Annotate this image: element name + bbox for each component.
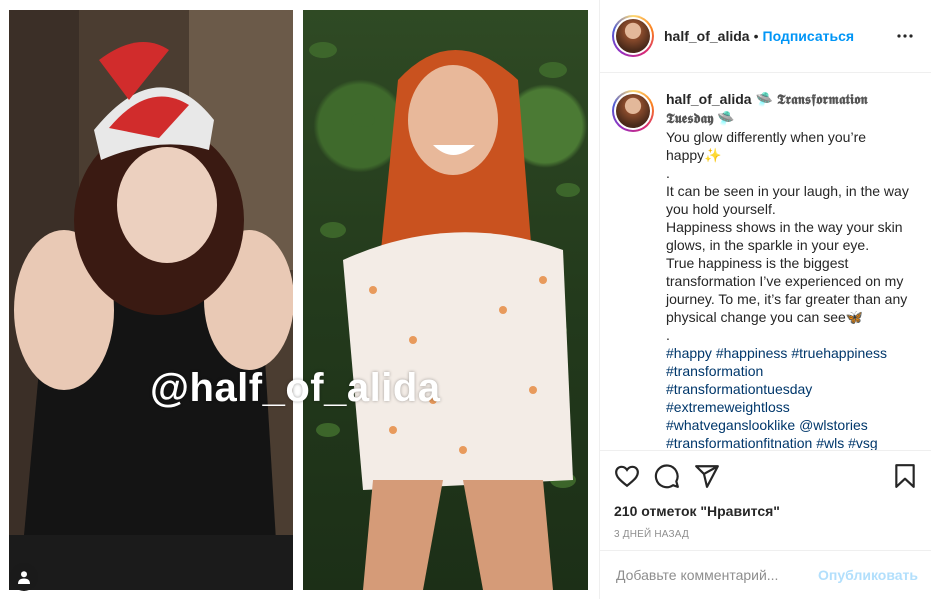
caption-line: It can be seen in your laugh, in the way… <box>666 183 909 217</box>
tagged-users-button[interactable] <box>10 563 38 591</box>
avatar-image <box>616 94 650 128</box>
comment-icon[interactable] <box>654 463 680 489</box>
caption-row: half_of_alida 🛸 𝕿𝖗𝖆𝖓𝖘𝖋𝖔𝖗𝖒𝖆𝖙𝖎𝖔𝖓 𝕿𝖚𝖊𝖘𝖉𝖆𝖞 🛸… <box>612 90 918 450</box>
user-icon <box>18 571 30 584</box>
after-photo-illustration <box>309 42 580 590</box>
caption-line: . <box>666 165 670 181</box>
before-photo-illustration <box>9 10 293 590</box>
caption-line: . <box>666 327 670 343</box>
more-options-button[interactable] <box>893 24 917 48</box>
comment-form: Опубликовать <box>600 550 931 599</box>
after-photo <box>303 10 588 590</box>
author-avatar[interactable] <box>612 15 654 57</box>
avatar-image <box>616 19 650 53</box>
action-buttons <box>614 463 918 489</box>
caption-line: You glow differently when you’re happy✨ <box>666 129 867 163</box>
author-username[interactable]: half_of_alida <box>664 28 750 44</box>
hashtag-link[interactable]: #transformationtuesday <box>666 381 812 397</box>
title-emoji-left: 🛸 <box>755 91 773 107</box>
hashtag-link[interactable]: #extremeweightloss <box>666 399 790 415</box>
post-sidebar: half_of_alida • Подписаться half_of_alid… <box>599 0 931 599</box>
before-photo <box>9 10 293 590</box>
hashtag-link[interactable]: #transformationfitnation #wls #vsg <box>666 435 878 450</box>
watermark-text: @half_of_alida <box>150 366 441 410</box>
bookmark-icon[interactable] <box>892 463 918 489</box>
hashtag-link[interactable]: #whatveganslooklike @wlstories <box>666 417 868 433</box>
post-media[interactable]: @half_of_alida <box>0 0 599 599</box>
caption-text: half_of_alida 🛸 𝕿𝖗𝖆𝖓𝖘𝖋𝖔𝖗𝖒𝖆𝖙𝖎𝖔𝖓 𝕿𝖚𝖊𝖘𝖉𝖆𝖞 🛸… <box>666 90 916 450</box>
heart-icon[interactable] <box>614 463 640 489</box>
hashtag-link[interactable]: #happy #happiness #truehappiness #transf… <box>666 345 887 379</box>
title-emoji-right: 🛸 <box>717 110 735 126</box>
hashtags: #happy #happiness #truehappiness #transf… <box>666 344 916 450</box>
post-actions: 210 отметок "Нравится" 3 дней назад <box>600 450 931 550</box>
post-header: half_of_alida • Подписаться <box>600 0 931 73</box>
caption-scroll-area[interactable]: half_of_alida 🛸 𝕿𝖗𝖆𝖓𝖘𝖋𝖔𝖗𝖒𝖆𝖙𝖎𝖔𝖓 𝕿𝖚𝖊𝖘𝖉𝖆𝖞 🛸… <box>600 74 931 450</box>
publish-button[interactable]: Опубликовать <box>818 567 918 583</box>
separator-dot: • <box>753 28 759 44</box>
more-icon <box>897 34 913 38</box>
follow-button[interactable]: Подписаться <box>763 28 855 44</box>
caption-line: Happiness shows in the way your skin glo… <box>666 219 903 253</box>
caption-line: True happiness is the biggest transforma… <box>666 255 908 325</box>
post-timestamp[interactable]: 3 дней назад <box>614 529 918 540</box>
share-icon[interactable] <box>694 463 720 489</box>
caption-username[interactable]: half_of_alida <box>666 91 752 107</box>
comment-input[interactable] <box>616 567 819 583</box>
caption-avatar[interactable] <box>612 90 654 132</box>
likes-count[interactable]: 210 отметок "Нравится" <box>614 503 918 519</box>
